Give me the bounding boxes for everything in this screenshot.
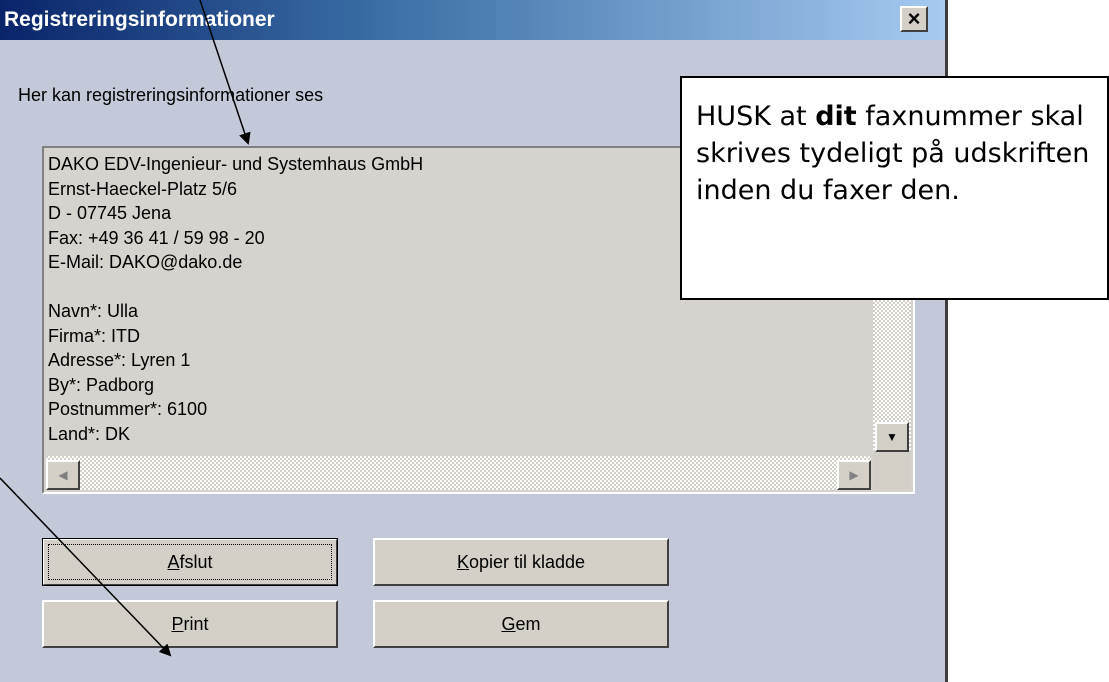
afslut-button[interactable]: Afslut: [42, 538, 338, 586]
info-line: Firma*: ITD: [48, 325, 140, 346]
print-button[interactable]: Print: [42, 600, 338, 648]
callout-emphasis: dit: [815, 101, 857, 132]
focus-ring: [48, 544, 332, 580]
info-line: Navn*: Ulla: [48, 301, 139, 321]
hint-label: Her kan registreringsinformationer ses: [18, 85, 324, 105]
info-line: Adresse*: Lyren 1: [48, 350, 191, 370]
arrow-left-icon: ◀: [58, 468, 68, 482]
title-bar[interactable]: Registreringsinformationer ×: [0, 0, 945, 40]
close-icon: ×: [907, 6, 921, 31]
window-title: Registreringsinformationer: [4, 8, 275, 31]
scrollbar-corner: [873, 452, 911, 490]
scroll-left-button[interactable]: ◀: [46, 460, 80, 490]
arrow-down-icon: ▼: [886, 430, 898, 444]
scroll-right-button[interactable]: ▶: [837, 460, 871, 490]
info-line: Postnummer*: 6100: [48, 399, 208, 419]
horizontal-scrollbar[interactable]: ◀ ▶: [46, 456, 871, 490]
scroll-down-button[interactable]: ▼: [875, 422, 909, 452]
gem-label: Gem: [501, 613, 541, 634]
gem-button[interactable]: Gem: [373, 600, 669, 648]
arrow-right-icon: ▶: [849, 468, 859, 482]
info-line: By*: Padborg: [48, 374, 155, 395]
callout-text-before: HUSK at: [696, 101, 816, 132]
reminder-callout: HUSK at dit faxnummer skal skrives tydel…: [680, 76, 1109, 300]
kopier-til-kladde-button[interactable]: Kopier til kladde: [373, 538, 669, 586]
print-label: Print: [171, 613, 209, 634]
kopier-label: Kopier til kladde: [456, 551, 586, 572]
close-button[interactable]: ×: [900, 6, 928, 32]
info-line: Land*: DK: [48, 423, 131, 444]
